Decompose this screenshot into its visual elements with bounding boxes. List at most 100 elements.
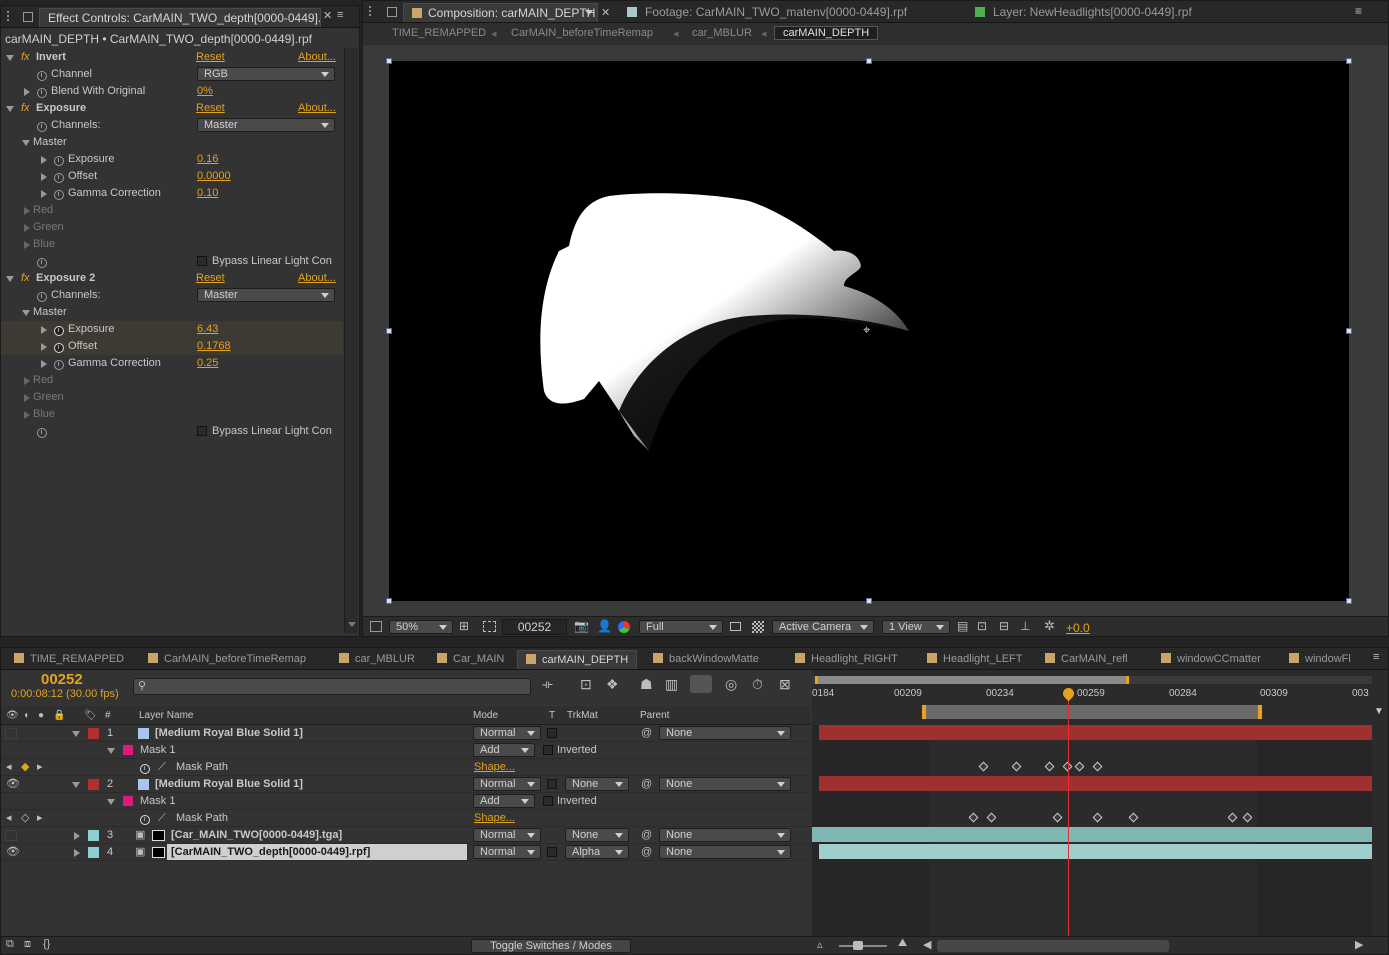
twirl-right-icon[interactable] bbox=[41, 173, 47, 181]
keyframe[interactable] bbox=[1092, 812, 1103, 823]
red-group[interactable]: Red bbox=[1, 202, 343, 219]
mask-path-row[interactable]: ◂ ◆ ▸ ⟋ Mask Path Shape... bbox=[1, 759, 811, 776]
tab-timeline-0[interactable]: TIME_REMAPPED bbox=[6, 650, 132, 669]
twirl-down-icon[interactable] bbox=[22, 140, 30, 146]
video-toggle[interactable] bbox=[5, 728, 17, 739]
keyframe[interactable] bbox=[986, 812, 997, 823]
reset-link[interactable]: Reset bbox=[196, 270, 225, 287]
param-value[interactable]: 0.1768 bbox=[197, 338, 231, 355]
prev-keyframe-icon[interactable]: ◂ bbox=[6, 759, 12, 776]
channels-dropdown[interactable]: Master bbox=[197, 118, 335, 132]
pickwhip-icon[interactable]: @ bbox=[641, 844, 652, 861]
resolution-dropdown[interactable]: Full bbox=[639, 620, 723, 634]
stopwatch-icon[interactable] bbox=[54, 360, 64, 370]
layer-name[interactable]: [Car_MAIN_TWO[0000-0449].tga] bbox=[171, 827, 342, 844]
layer-row[interactable]: 👁 2 [Medium Royal Blue Solid 1] Normal N… bbox=[1, 776, 811, 793]
work-area-range[interactable] bbox=[815, 676, 1129, 684]
effect-invert-row[interactable]: fx Invert Reset About... bbox=[1, 49, 343, 66]
twirl-right-icon[interactable] bbox=[74, 832, 80, 840]
parent-dropdown[interactable]: None bbox=[659, 777, 791, 791]
transform-handle-br[interactable] bbox=[1346, 598, 1352, 604]
twirl-down-icon[interactable] bbox=[6, 276, 14, 282]
zoom-slider-thumb[interactable] bbox=[853, 941, 863, 950]
toggle-switches-modes-button[interactable]: Toggle Switches / Modes bbox=[471, 939, 631, 953]
scroll-arrow-icon[interactable]: ▼ bbox=[1374, 706, 1384, 717]
time-graph[interactable]: 0184 00209 00234 00259 00284 00309 003 ▼ bbox=[812, 670, 1388, 936]
exposure-value[interactable]: +0.0 bbox=[1066, 621, 1090, 635]
effect-controls-scrollbar[interactable] bbox=[344, 48, 358, 633]
twirl-right-icon[interactable] bbox=[41, 156, 47, 164]
stopwatch-active-icon[interactable] bbox=[54, 326, 64, 336]
red-group[interactable]: Red bbox=[1, 372, 343, 389]
keyframe[interactable] bbox=[1242, 812, 1253, 823]
tab-timeline-10[interactable]: windowFl bbox=[1281, 650, 1359, 669]
twirl-right-icon[interactable] bbox=[24, 394, 30, 402]
tab-timeline-6[interactable]: Headlight_RIGHT bbox=[787, 650, 906, 669]
work-area-bar[interactable] bbox=[812, 676, 1372, 684]
transform-handle-tr[interactable] bbox=[1346, 58, 1352, 64]
twirl-right-icon[interactable] bbox=[24, 411, 30, 419]
mask-color-swatch[interactable] bbox=[123, 745, 133, 755]
prev-keyframe-icon[interactable]: ◂ bbox=[6, 810, 12, 827]
twirl-down-icon[interactable] bbox=[72, 731, 80, 737]
stopwatch-icon[interactable] bbox=[37, 258, 47, 268]
effect-exposure2-row[interactable]: fx Exposure 2 Reset About... bbox=[1, 270, 343, 287]
color-channels-icon[interactable] bbox=[618, 621, 630, 633]
fast-previews-icon[interactable] bbox=[730, 622, 741, 631]
twirl-down-icon[interactable] bbox=[107, 799, 115, 805]
video-eye-icon[interactable]: 👁 bbox=[6, 844, 20, 861]
reset-link[interactable]: Reset bbox=[196, 49, 225, 66]
stopwatch-icon[interactable] bbox=[54, 173, 64, 183]
horizontal-scrollbar[interactable] bbox=[937, 940, 1169, 952]
tab-timeline-7[interactable]: Headlight_LEFT bbox=[919, 650, 1031, 669]
show-snapshot-icon[interactable]: 👤 bbox=[597, 619, 612, 633]
layer-name[interactable]: [Medium Royal Blue Solid 1] bbox=[155, 725, 303, 742]
pickwhip-icon[interactable]: @ bbox=[641, 776, 652, 793]
keyframe[interactable] bbox=[1128, 812, 1139, 823]
zoom-slider[interactable] bbox=[839, 941, 887, 950]
tab-effect-controls[interactable]: Effect Controls: CarMAIN_TWO_depth[0000-… bbox=[39, 8, 321, 27]
bypass-checkbox[interactable] bbox=[197, 426, 207, 436]
mask-inverted-checkbox[interactable] bbox=[543, 796, 553, 806]
twirl-down-icon[interactable] bbox=[6, 55, 14, 61]
blend-mode-dropdown[interactable]: Normal bbox=[473, 828, 541, 842]
frame-blending-icon[interactable]: ▥ bbox=[665, 676, 678, 693]
mask-inverted-checkbox[interactable] bbox=[543, 745, 553, 755]
pickwhip-icon[interactable]: @ bbox=[641, 827, 652, 844]
twirl-right-icon[interactable] bbox=[41, 343, 47, 351]
layer-bar-2[interactable] bbox=[819, 776, 1372, 791]
tab-composition[interactable]: Composition: carMAIN_DEPTH bbox=[403, 3, 598, 22]
stopwatch-icon[interactable] bbox=[37, 71, 47, 81]
twirl-right-icon[interactable] bbox=[24, 88, 30, 96]
mask-shape-link[interactable]: Shape... bbox=[474, 759, 515, 776]
keyframe[interactable] bbox=[1052, 812, 1063, 823]
view-layout-dropdown[interactable]: 1 View bbox=[882, 620, 950, 634]
transparency-grid-icon[interactable] bbox=[752, 621, 764, 633]
live-update-icon[interactable]: ⊡ bbox=[580, 676, 592, 693]
tab-timeline-3[interactable]: Car_MAIN bbox=[429, 650, 512, 669]
parent-dropdown[interactable]: None bbox=[659, 845, 791, 859]
parent-dropdown[interactable]: None bbox=[659, 828, 791, 842]
preserve-transparency-checkbox[interactable] bbox=[547, 847, 557, 857]
panel-menu-icon[interactable]: ≡ bbox=[1373, 651, 1379, 663]
param-value[interactable]: 0.10 bbox=[197, 185, 218, 202]
current-time-indicator[interactable] bbox=[1068, 690, 1069, 936]
blue-group[interactable]: Blue bbox=[1, 406, 343, 423]
blend-mode-dropdown[interactable]: Normal bbox=[473, 777, 541, 791]
modes-icon[interactable]: ⧈ bbox=[24, 938, 31, 951]
label-color-swatch[interactable] bbox=[88, 779, 99, 790]
draft-3d-toggle-icon[interactable]: ❖ bbox=[606, 676, 619, 693]
stopwatch-active-icon[interactable] bbox=[140, 764, 150, 774]
keyframe[interactable] bbox=[1011, 761, 1022, 772]
scroll-right-icon[interactable]: ▶ bbox=[1355, 938, 1363, 951]
tab-timeline-5[interactable]: backWindowMatte bbox=[645, 650, 767, 669]
mask-row[interactable]: Mask 1 Add Inverted bbox=[1, 742, 811, 759]
tab-dropdown-arrow-icon[interactable] bbox=[585, 10, 593, 15]
timeline-link-icon[interactable]: ⊟ bbox=[999, 619, 1009, 633]
blend-mode-dropdown[interactable]: Normal bbox=[473, 726, 541, 740]
in-out-icon[interactable]: {} bbox=[43, 938, 50, 950]
twirl-down-icon[interactable] bbox=[72, 782, 80, 788]
zoom-in-icon[interactable]: ⛰ bbox=[898, 937, 907, 950]
bypass-checkbox[interactable] bbox=[197, 256, 207, 266]
twirl-right-icon[interactable] bbox=[24, 241, 30, 249]
